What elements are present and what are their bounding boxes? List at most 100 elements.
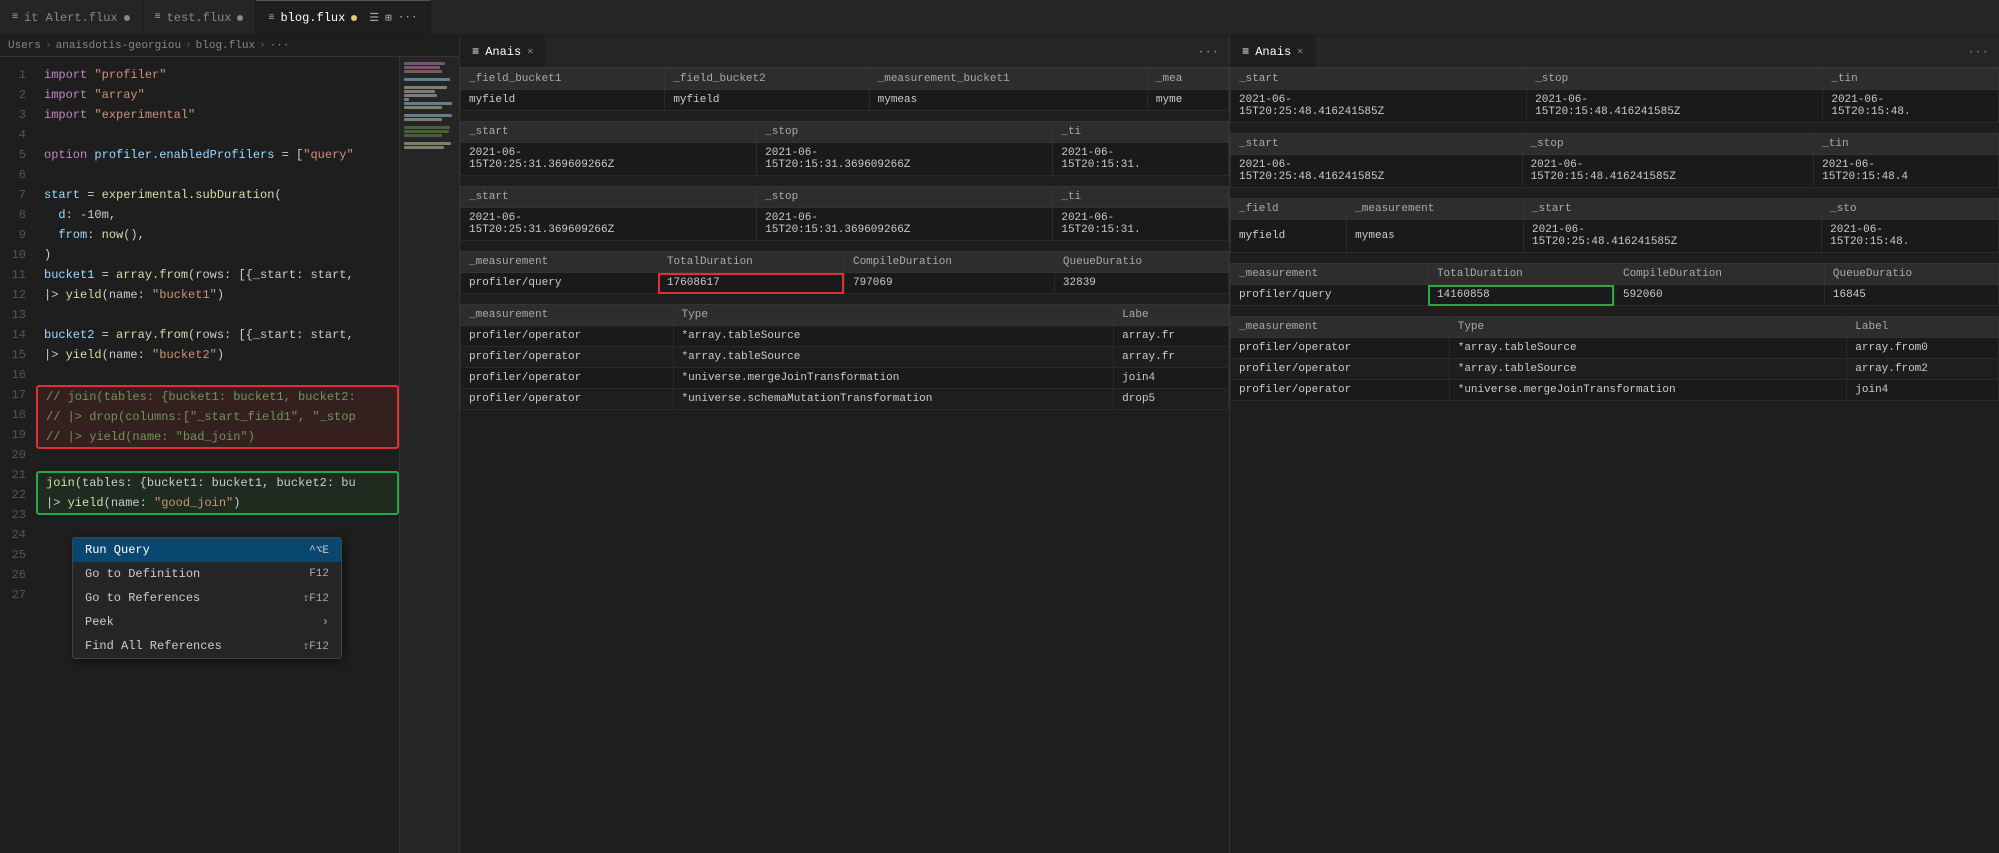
p2-col-tin2: _tin	[1814, 134, 1999, 155]
ctx-go-def-label: Go to Definition	[85, 567, 200, 581]
cell-type3: *universe.mergeJoinTransformation	[673, 368, 1114, 389]
col-measurement4: _measurement	[461, 252, 659, 273]
p2-col-compile-duration: CompileDuration	[1614, 264, 1824, 285]
cell-start1: 2021-06-15T20:25:31.369609266Z	[461, 143, 757, 176]
ctx-peek[interactable]: Peek ›	[73, 610, 341, 634]
code-line-23	[36, 517, 399, 537]
panel-2-tab-actions[interactable]: ···	[1957, 36, 1999, 67]
col-label: Labe	[1114, 305, 1229, 326]
code-line-27	[36, 699, 399, 719]
minimap	[399, 57, 459, 853]
col-queue-duration: QueueDuratio	[1054, 252, 1228, 273]
table-gap	[460, 296, 1229, 304]
p2-cell-tin2: 2021-06-15T20:15:48.4	[1814, 155, 1999, 188]
code-line-21: join(tables: {bucket1: bucket1, bucket2:…	[38, 473, 397, 493]
p2-cell-tin1: 2021-06-15T20:15:48.	[1823, 90, 1999, 123]
ctx-run-query[interactable]: Run Query ^⌥E	[73, 538, 341, 562]
col-measurement-bucket1: _measurement_bucket1	[869, 69, 1147, 90]
ctx-peek-arrow: ›	[322, 615, 329, 629]
ctx-run-query-shortcut: ^⌥E	[309, 543, 329, 557]
code-line-5: option profiler.enabledProfilers = ["que…	[36, 145, 399, 165]
result-panel-1: ≡ Anais ✕ ··· _field_bucket1 _field_buck…	[460, 36, 1230, 853]
p2-col-start: _start	[1231, 69, 1527, 90]
editor-content: 1 2 3 4 5 6 7 8 9 10 11 12 13 14 15 16 1	[0, 57, 399, 853]
tab-more-icon[interactable]: ···	[398, 12, 418, 24]
table-gap	[1230, 255, 1999, 263]
flux-icon-alert: ≡	[12, 12, 18, 23]
col-compile-duration: CompileDuration	[844, 252, 1054, 273]
code-line-17: // join(tables: {bucket1: bucket1, bucke…	[38, 387, 397, 407]
tab-test[interactable]: ≡ test.flux	[143, 0, 257, 35]
p2-cell-start3: 2021-06-15T20:25:48.416241585Z	[1524, 220, 1822, 253]
table-gap	[1230, 308, 1999, 316]
col-total-duration: TotalDuration	[658, 252, 844, 273]
col-stop2: _stop	[757, 187, 1053, 208]
tab-list-icon: ☰	[369, 11, 379, 25]
table-gap	[460, 243, 1229, 251]
panel-2-tab-anais[interactable]: ≡ Anais ✕	[1230, 36, 1315, 67]
tab-alert[interactable]: ≡ it Alert.flux	[0, 0, 143, 35]
flux-icon-blog: ≡	[268, 13, 274, 24]
ctx-find-all-refs[interactable]: Find All References ⇧F12	[73, 634, 341, 658]
code-line-8: d: -10m,	[36, 205, 399, 225]
p2-cell-stop1: 2021-06-15T20:15:48.416241585Z	[1527, 90, 1823, 123]
p2-cell-field: myfield	[1231, 220, 1347, 253]
p2-cell-start1: 2021-06-15T20:25:48.416241585Z	[1231, 90, 1527, 123]
code-line-12: |> yield(name: "bucket1")	[36, 285, 399, 305]
tab-dot-blog	[351, 15, 357, 21]
col-type: Type	[673, 305, 1114, 326]
cell-myme: myme	[1147, 90, 1228, 111]
table-gap	[1230, 190, 1999, 198]
cell-profiler-query: profiler/query	[461, 273, 659, 294]
cell-myfield1: myfield	[461, 90, 665, 111]
breadcrumb-file: blog.flux	[196, 40, 255, 52]
code-line-13	[36, 305, 399, 325]
panel-1-tab-anais[interactable]: ≡ Anais ✕	[460, 36, 545, 67]
p2-cell-queue-duration-value: 16845	[1824, 285, 1998, 306]
panel-2-tab-close[interactable]: ✕	[1297, 46, 1303, 58]
panel-2-section-3: _field _measurement _start _sto myfield …	[1230, 198, 1999, 253]
panel-1-section-1: _field_bucket1 _field_bucket2 _measureme…	[460, 68, 1229, 111]
line-numbers: 1 2 3 4 5 6 7 8 9 10 11 12 13 14 15 16 1	[0, 57, 36, 853]
tab-dot-alert	[124, 15, 130, 21]
panel-1-table-1: _field_bucket1 _field_bucket2 _measureme…	[460, 68, 1229, 111]
panel-1-section-3: _start _stop _ti 2021-06-15T20:25:31.369…	[460, 186, 1229, 241]
cell-ti2: 2021-06-15T20:15:31.	[1053, 208, 1229, 241]
col-field-bucket1: _field_bucket1	[461, 69, 665, 90]
col-field-bucket2: _field_bucket2	[665, 69, 869, 90]
ctx-go-to-definition[interactable]: Go to Definition F12	[73, 562, 341, 586]
table-row: profiler/operator *universe.mergeJoinTra…	[1231, 380, 1999, 401]
ctx-find-all-label: Find All References	[85, 639, 222, 653]
table-row: profiler/operator *universe.schemaMutati…	[461, 389, 1229, 410]
table-row: myfield mymeas 2021-06-15T20:25:48.41624…	[1231, 220, 1999, 253]
flux-icon-test: ≡	[155, 12, 161, 23]
panel-2-section-4: _measurement TotalDuration CompileDurati…	[1230, 263, 1999, 306]
p2-col-sto: _sto	[1822, 199, 1999, 220]
cell-type2: *array.tableSource	[673, 347, 1114, 368]
code-line-25	[36, 659, 399, 679]
result-panel-2: ≡ Anais ✕ ··· _start _stop _tin	[1230, 36, 1999, 853]
panel-2-table-3: _field _measurement _start _sto myfield …	[1230, 198, 1999, 253]
p2-cell-op2: profiler/operator	[1231, 359, 1450, 380]
cell-label2: array.fr	[1114, 347, 1229, 368]
p2-col-tin: _tin	[1823, 69, 1999, 90]
main-layout: Users › anaisdotis-georgiou › blog.flux …	[0, 36, 1999, 853]
panel-1-tab-close[interactable]: ✕	[527, 46, 533, 58]
code-line-2: import "array"	[36, 85, 399, 105]
tab-blog[interactable]: ≡ blog.flux ☰ ⊞ ···	[256, 0, 430, 35]
cell-label3: join4	[1114, 368, 1229, 389]
p2-cell-mymeas: mymeas	[1347, 220, 1524, 253]
panel-2-table-5: _measurement Type Label profiler/operato…	[1230, 316, 1999, 401]
code-line-16	[36, 365, 399, 385]
p2-col-measurement5: _measurement	[1231, 317, 1450, 338]
ctx-go-to-references[interactable]: Go to References ⇧F12	[73, 586, 341, 610]
tab-label-alert: it Alert.flux	[24, 11, 118, 25]
code-line-20	[36, 451, 399, 471]
col-stop: _stop	[757, 122, 1053, 143]
table-gap	[460, 178, 1229, 186]
editor-pane: Users › anaisdotis-georgiou › blog.flux …	[0, 36, 460, 853]
panel-1-table-2: _start _stop _ti 2021-06-15T20:25:31.369…	[460, 121, 1229, 176]
p2-cell-compile-duration-value: 592060	[1614, 285, 1824, 306]
panel-1-tab-actions[interactable]: ···	[1187, 36, 1229, 67]
tab-dot-test	[237, 15, 243, 21]
